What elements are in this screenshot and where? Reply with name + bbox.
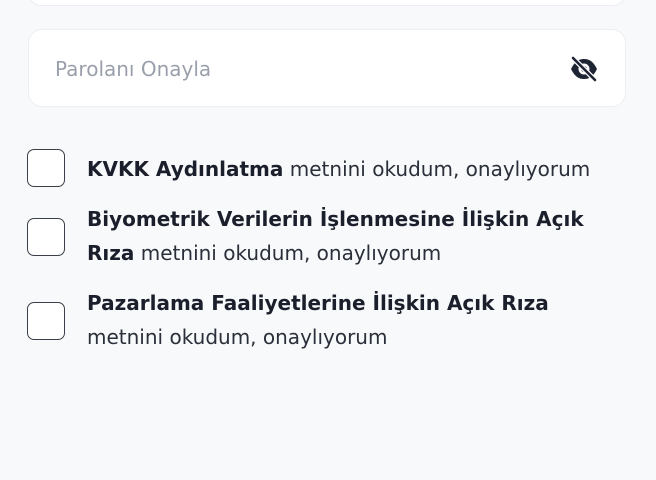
biometric-checkbox[interactable] — [27, 218, 65, 256]
consent-suffix: metnini okudum, onaylıyorum — [134, 241, 442, 265]
eye-off-icon[interactable] — [569, 56, 599, 82]
kvkk-checkbox[interactable] — [27, 149, 65, 187]
consent-text: Pazarlama Faaliyetlerine İlişkin Açık Rı… — [87, 286, 627, 354]
kvkk-link[interactable]: KVKK Aydınlatma — [87, 157, 283, 181]
consent-text: Biyometrik Verilerin İşlenmesine İlişkin… — [87, 202, 627, 270]
consent-suffix: metnini okudum, onaylıyorum — [283, 157, 591, 181]
consent-suffix: metnini okudum, onaylıyorum — [87, 325, 388, 349]
registration-form: KVKK Aydınlatma metnini okudum, onaylıyo… — [0, 0, 656, 480]
consent-item-marketing: Pazarlama Faaliyetlerine İlişkin Açık Rı… — [27, 286, 627, 354]
consent-list: KVKK Aydınlatma metnini okudum, onaylıyo… — [27, 146, 627, 354]
marketing-checkbox[interactable] — [27, 302, 65, 340]
consent-text: KVKK Aydınlatma metnini okudum, onaylıyo… — [87, 146, 627, 186]
confirm-password-field[interactable] — [28, 29, 626, 107]
consent-item-biometric: Biyometrik Verilerin İşlenmesine İlişkin… — [27, 202, 627, 284]
password-field[interactable] — [28, 0, 626, 6]
confirm-password-input[interactable] — [55, 54, 535, 84]
marketing-link[interactable]: Pazarlama Faaliyetlerine İlişkin Açık Rı… — [87, 291, 549, 315]
consent-item-kvkk: KVKK Aydınlatma metnini okudum, onaylıyo… — [27, 146, 627, 196]
